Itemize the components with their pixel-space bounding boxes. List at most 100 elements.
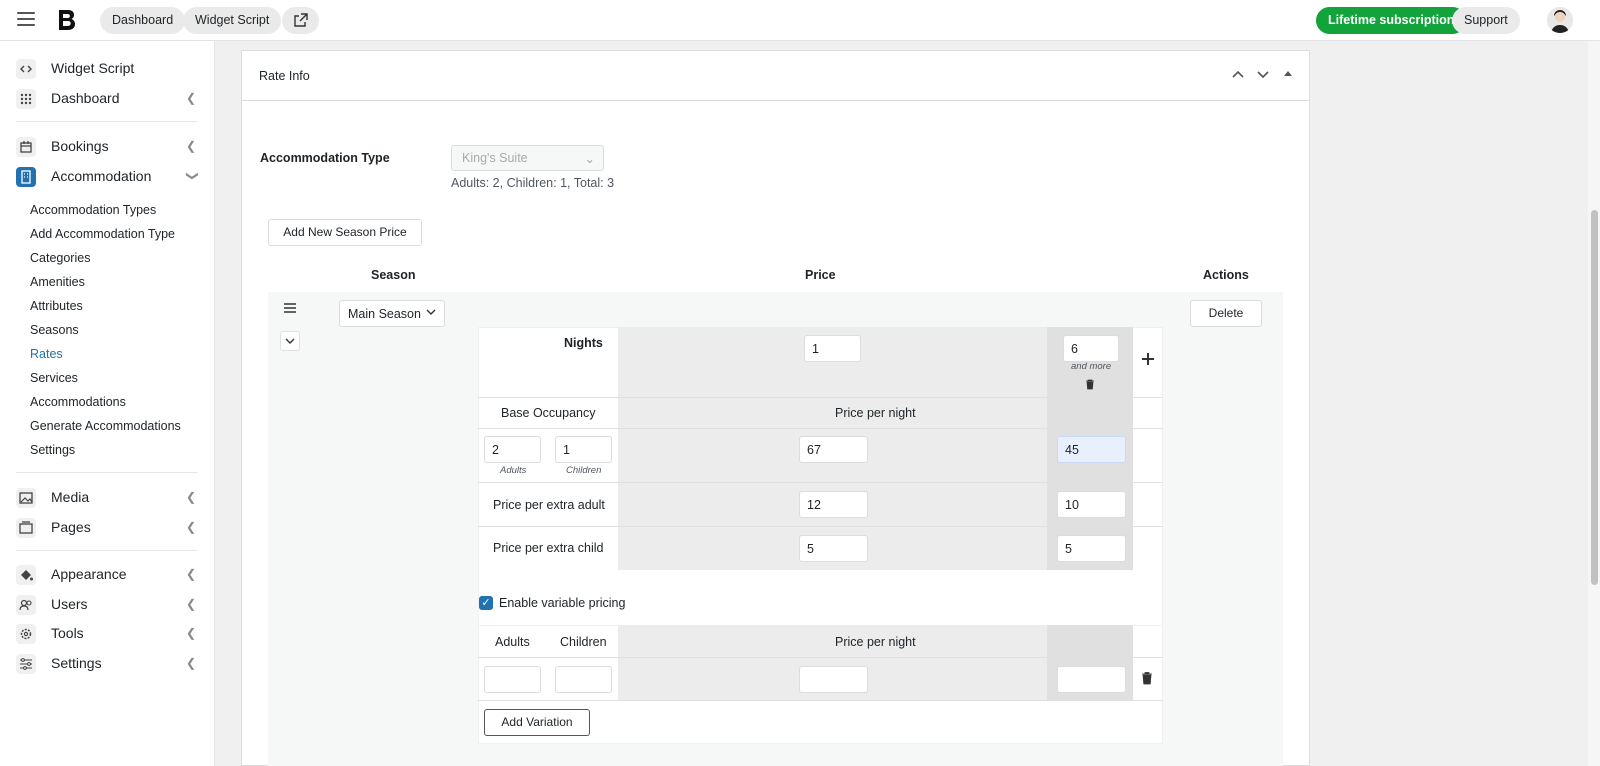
sidebar-sub-amenities[interactable]: Amenities bbox=[30, 275, 85, 289]
variable-pricing-label: Enable variable pricing bbox=[499, 596, 626, 610]
price-per-night-input-1[interactable]: 67 bbox=[799, 436, 868, 463]
adults-caption: Adults bbox=[500, 465, 527, 476]
sidebar-item-accommodation[interactable]: Accommodation ❮ bbox=[16, 165, 198, 189]
app-logo[interactable] bbox=[55, 7, 81, 33]
sidebar-item-appearance[interactable]: Appearance ❮ bbox=[16, 563, 198, 587]
sidebar-item-label: Dashboard bbox=[51, 90, 120, 106]
variation-price-input-1[interactable] bbox=[799, 666, 868, 693]
lifetime-subscription-button[interactable]: Lifetime subscription bbox=[1316, 7, 1467, 34]
panel-header: Rate Info bbox=[242, 51, 1309, 101]
sidebar-item-pages[interactable]: Pages ❮ bbox=[16, 516, 198, 540]
sidebar-item-label: Media bbox=[51, 489, 90, 505]
collapse-toggle-icon[interactable] bbox=[1282, 67, 1294, 84]
sidebar-sub-seasons[interactable]: Seasons bbox=[30, 323, 79, 337]
calendar-icon bbox=[16, 137, 36, 157]
trash-icon[interactable] bbox=[1141, 671, 1153, 688]
sidebar-item-settings[interactable]: Settings ❮ bbox=[16, 652, 198, 676]
user-avatar-icon bbox=[1547, 7, 1573, 33]
sidebar-sub-settings[interactable]: Settings bbox=[30, 443, 75, 457]
expand-row-icon[interactable] bbox=[280, 331, 300, 351]
sidebar-item-bookings[interactable]: Bookings ❮ bbox=[16, 135, 198, 159]
extra-child-label: Price per extra child bbox=[493, 541, 604, 555]
sidebar-sub-attributes[interactable]: Attributes bbox=[30, 299, 83, 313]
variation-children-input[interactable] bbox=[555, 666, 612, 693]
sidebar-sub-add-accommodation-type[interactable]: Add Accommodation Type bbox=[30, 227, 175, 241]
sliders-icon bbox=[16, 654, 36, 674]
code-icon bbox=[16, 59, 36, 79]
add-variation-button[interactable]: Add Variation bbox=[484, 709, 590, 736]
season-select[interactable]: Main Season bbox=[339, 300, 445, 327]
support-button[interactable]: Support bbox=[1452, 7, 1520, 34]
sidebar-sub-services[interactable]: Services bbox=[30, 371, 78, 385]
move-up-icon[interactable] bbox=[1231, 67, 1245, 84]
row-divider bbox=[478, 657, 1163, 658]
sidebar-sub-accommodation-types[interactable]: Accommodation Types bbox=[30, 203, 156, 217]
column-header-season: Season bbox=[371, 268, 416, 282]
chevron-down-icon: ⌄ bbox=[584, 152, 595, 166]
avatar[interactable] bbox=[1547, 7, 1573, 33]
grid-icon bbox=[16, 89, 36, 109]
occupancy-info: Adults: 2, Children: 1, Total: 3 bbox=[451, 176, 615, 190]
sidebar-item-dashboard[interactable]: Dashboard ❮ bbox=[16, 87, 198, 111]
base-adults-input[interactable]: 2 bbox=[484, 436, 541, 463]
base-children-input[interactable]: 1 bbox=[555, 436, 612, 463]
sidebar-item-label: Widget Script bbox=[51, 60, 135, 76]
row-divider bbox=[478, 700, 1163, 701]
sidebar-item-label: Tools bbox=[51, 625, 84, 641]
chevron-left-icon: ❮ bbox=[185, 656, 196, 670]
accommodation-type-label: Accommodation Type bbox=[260, 151, 390, 165]
move-down-icon[interactable] bbox=[1256, 67, 1270, 84]
variation-price-input-2[interactable] bbox=[1057, 666, 1126, 693]
row-divider bbox=[478, 482, 1163, 483]
page-scrollbar-thumb[interactable] bbox=[1591, 210, 1598, 585]
accommodation-type-value: King's Suite bbox=[462, 151, 528, 165]
menu-toggle-icon[interactable] bbox=[17, 12, 35, 28]
nights-input-2[interactable]: 6 bbox=[1063, 335, 1119, 362]
price-per-night-header: Price per night bbox=[835, 406, 916, 420]
sidebar-item-label: Accommodation bbox=[51, 168, 152, 184]
trash-icon[interactable] bbox=[1085, 378, 1095, 393]
column-header-actions: Actions bbox=[1203, 268, 1249, 282]
image-icon bbox=[16, 488, 36, 508]
widget-script-pill[interactable]: Widget Script bbox=[183, 7, 282, 34]
external-link-button[interactable] bbox=[282, 7, 319, 34]
sidebar-item-label: Users bbox=[51, 596, 88, 612]
sidebar-item-widget-script[interactable]: Widget Script bbox=[16, 57, 198, 81]
drag-handle-icon[interactable] bbox=[283, 302, 297, 317]
variable-pricing-checkbox[interactable]: ✓ bbox=[479, 596, 493, 610]
sidebar-item-media[interactable]: Media ❮ bbox=[16, 486, 198, 510]
extra-child-input-1[interactable]: 5 bbox=[799, 535, 868, 562]
chevron-left-icon: ❮ bbox=[185, 597, 196, 611]
nights-label: Nights bbox=[564, 336, 603, 350]
sidebar-item-tools[interactable]: Tools ❮ bbox=[16, 622, 198, 646]
add-new-season-price-button[interactable]: Add New Season Price bbox=[268, 219, 422, 246]
dashboard-pill[interactable]: Dashboard bbox=[100, 7, 186, 34]
sidebar-sub-accommodations[interactable]: Accommodations bbox=[30, 395, 126, 409]
variations-header-adults: Adults bbox=[495, 635, 530, 649]
nights-input-1[interactable]: 1 bbox=[804, 335, 861, 362]
sidebar-item-users[interactable]: Users ❮ bbox=[16, 593, 198, 617]
price-per-night-input-2[interactable]: 45 bbox=[1057, 436, 1126, 463]
chevron-left-icon: ❮ bbox=[185, 520, 196, 534]
row-divider bbox=[478, 397, 1163, 398]
chevron-left-icon: ❮ bbox=[185, 139, 196, 153]
add-nights-column-icon[interactable] bbox=[1141, 352, 1155, 369]
sidebar-item-label: Appearance bbox=[51, 566, 127, 582]
delete-button[interactable]: Delete bbox=[1190, 300, 1262, 327]
children-caption: Children bbox=[566, 465, 602, 476]
extra-adult-input-1[interactable]: 12 bbox=[799, 491, 868, 518]
variation-adults-input[interactable] bbox=[484, 666, 541, 693]
row-divider bbox=[478, 526, 1163, 527]
extra-adult-input-2[interactable]: 10 bbox=[1057, 491, 1126, 518]
sidebar-sub-categories[interactable]: Categories bbox=[30, 251, 90, 265]
external-link-icon bbox=[294, 13, 308, 27]
base-occupancy-label: Base Occupancy bbox=[501, 406, 596, 420]
chevron-left-icon: ❮ bbox=[185, 626, 196, 640]
building-icon bbox=[16, 167, 36, 187]
sidebar-sub-rates[interactable]: Rates bbox=[30, 347, 63, 361]
variations-header-children: Children bbox=[560, 635, 607, 649]
variations-header-price-per-night: Price per night bbox=[835, 635, 916, 649]
extra-child-input-2[interactable]: 5 bbox=[1057, 535, 1126, 562]
extra-adult-label: Price per extra adult bbox=[493, 498, 605, 512]
sidebar-sub-generate-accommodations[interactable]: Generate Accommodations bbox=[30, 419, 181, 433]
